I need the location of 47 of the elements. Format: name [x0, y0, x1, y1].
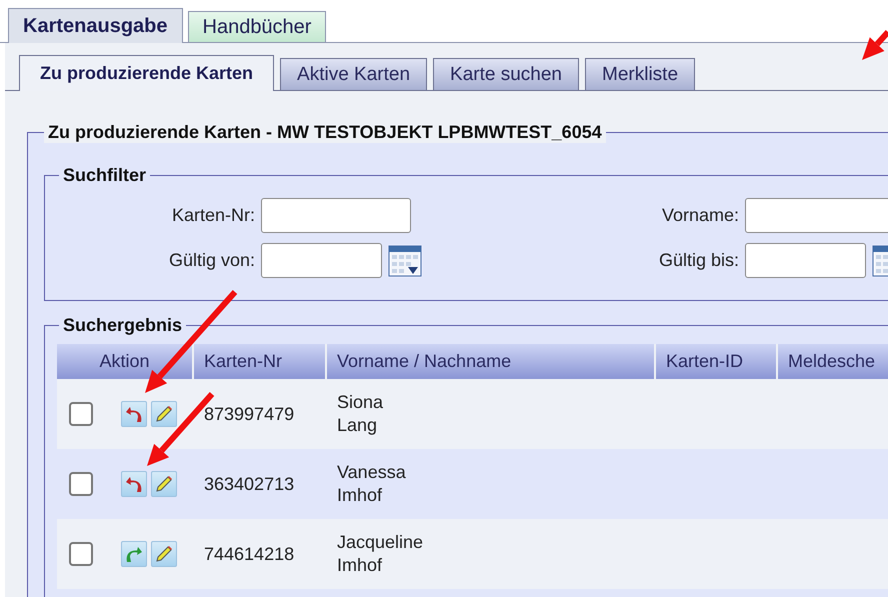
column-header[interactable]: Meldesche [778, 344, 888, 379]
field-label: Gültig von: [168, 250, 255, 271]
redo-button[interactable] [121, 541, 147, 567]
edit-button[interactable] [151, 541, 177, 567]
column-header[interactable]: Karten-ID [656, 344, 778, 379]
column-header[interactable]: Aktion [57, 344, 194, 379]
tab[interactable]: Handbücher [188, 11, 326, 42]
table-cell: 873997479 [194, 379, 327, 449]
input-field[interactable] [261, 198, 411, 233]
section-title: Suchergebnis [62, 315, 184, 336]
edit-button[interactable] [151, 401, 177, 427]
last-name: Imhof [337, 554, 384, 577]
last-name: Imhof [337, 484, 384, 507]
table-cell: 744614218 [194, 519, 327, 589]
column-header[interactable]: Vorname / Nachname [327, 344, 656, 379]
column-header[interactable]: Karten-Nr [194, 344, 327, 379]
last-name: Lang [337, 414, 378, 437]
tab[interactable]: Aktive Karten [280, 58, 428, 90]
tab[interactable]: Merkliste [585, 58, 696, 90]
checkbox[interactable] [69, 472, 93, 496]
date-field[interactable] [261, 243, 382, 278]
pencil-icon [155, 475, 173, 493]
tab[interactable]: Kartenausgabe [8, 8, 182, 43]
field-label: Gültig bis: [658, 250, 739, 271]
field-label: Vorname: [660, 205, 739, 226]
first-name: Jacqueline [337, 531, 424, 554]
panel-title: Zu produzierende Karten - MW TESTOBJEKT LPBMWTEST_6054 [44, 122, 606, 143]
field-label: Karten-Nr: [170, 205, 255, 226]
section-title: Suchfilter [62, 165, 148, 186]
tab[interactable]: Zu produzierende Karten [19, 55, 274, 91]
undo-button[interactable] [121, 401, 147, 427]
pencil-icon [155, 545, 173, 563]
checkbox[interactable] [69, 542, 93, 566]
redo-icon [125, 545, 143, 563]
annotation-arrow [862, 30, 888, 60]
first-name: Vanessa [337, 461, 407, 484]
input-field[interactable] [745, 198, 888, 233]
date-field[interactable] [745, 243, 866, 278]
tab[interactable]: Karte suchen [433, 58, 579, 90]
pencil-icon [155, 405, 173, 423]
edit-button[interactable] [151, 471, 177, 497]
undo-icon [125, 475, 143, 493]
first-name: Siona [337, 391, 384, 414]
calendar-icon[interactable] [388, 244, 422, 276]
undo-button[interactable] [121, 471, 147, 497]
checkbox[interactable] [69, 402, 93, 426]
undo-icon [125, 405, 143, 423]
